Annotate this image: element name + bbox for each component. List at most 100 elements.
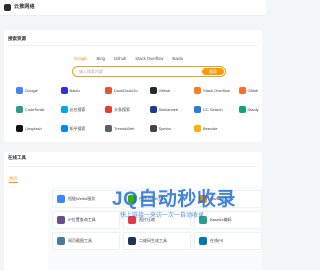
engine-tab-bing[interactable]: Bing xyxy=(97,56,105,62)
search-card: 搜索资源 Google Bing Github Stack Overflow B… xyxy=(4,30,262,142)
engine-tab-baidu[interactable]: Baidu xyxy=(172,56,183,62)
tool-item[interactable]: Favicon生成 xyxy=(194,190,262,208)
tool-label: Favicon生成 xyxy=(210,196,233,201)
tool-item[interactable]: 二维码生成工具 xyxy=(123,232,191,250)
link-item[interactable]: Github xyxy=(149,82,195,98)
link-label: DuckDuckGo xyxy=(114,87,138,93)
tools-card: 在线工具 常用 短链Weibo服务 在线JSON工具 Favicon生成 IP位置查询… xyxy=(4,152,262,270)
link-item[interactable]: TrendsWeb xyxy=(105,120,150,136)
link-label: Symbo xyxy=(158,125,171,131)
link-label: Beecide xyxy=(203,125,218,131)
link-item[interactable]: Symbo xyxy=(149,120,195,136)
link-label: CodeSmile xyxy=(25,106,45,112)
link-item[interactable]: Beecide xyxy=(194,120,239,136)
site-favicon-icon xyxy=(238,105,246,113)
tool-icon xyxy=(57,237,65,245)
top-bar: 云推网络 xyxy=(0,0,266,16)
tool-icon xyxy=(199,237,207,245)
link-label: Gitlab xyxy=(247,87,258,93)
link-item[interactable]: DuckDuckGo xyxy=(105,82,150,98)
site-favicon-icon xyxy=(149,105,157,113)
site-favicon-icon xyxy=(149,86,157,94)
section-divider xyxy=(8,45,258,46)
search-section-title: 搜索资源 xyxy=(8,36,26,41)
tool-label: Base64编码 xyxy=(210,217,232,222)
site-favicon-icon xyxy=(60,86,68,94)
tool-label: 在线JSON工具 xyxy=(139,196,166,201)
link-label: Baidu xyxy=(69,87,80,93)
link-label: 必应搜索 xyxy=(69,106,86,112)
site-favicon-icon xyxy=(105,86,112,94)
link-item[interactable]: 必应搜索 xyxy=(60,101,106,117)
link-label: 头条搜索 xyxy=(114,106,130,112)
link-item[interactable]: CC Search xyxy=(194,101,239,117)
link-item[interactable]: 头条搜索 xyxy=(105,101,150,117)
link-label: TrendsWeb xyxy=(114,125,135,131)
search-input[interactable] xyxy=(79,68,199,75)
tool-icon xyxy=(199,216,207,224)
site-favicon-icon xyxy=(238,86,246,94)
tool-item[interactable]: 在线JSON工具 xyxy=(123,190,191,208)
links-grid: Google Baidu DuckDuckGo Github Stack Overflo… xyxy=(16,82,270,136)
engine-tab-stackoverflow[interactable]: Stack Overflow xyxy=(135,56,163,62)
link-item[interactable]: Google xyxy=(16,82,61,98)
link-item[interactable]: Dianly xyxy=(238,101,284,117)
tool-item[interactable]: IP位置查询工具 xyxy=(52,211,120,229)
search-box: 搜索 xyxy=(72,66,226,77)
link-item[interactable]: Baidu xyxy=(60,82,106,98)
link-label: 知乎搜索 xyxy=(69,125,86,131)
engine-tab-google[interactable]: Google xyxy=(74,56,88,62)
link-label: Stack Overflow xyxy=(203,87,230,93)
tool-item[interactable]: 在线PS xyxy=(194,232,262,250)
link-item[interactable]: Stack Overflow xyxy=(194,82,239,98)
tools-panel: 短链Weibo服务 在线JSON工具 Favicon生成 IP位置查询工具 图片压缩 Ba… xyxy=(48,186,262,270)
site-favicon-icon xyxy=(16,105,23,113)
site-favicon-icon xyxy=(194,105,201,113)
tool-label: 二维码生成工具 xyxy=(139,238,167,243)
site-favicon-icon xyxy=(16,124,23,132)
tool-label: 在线PS xyxy=(210,238,224,243)
link-label: CC Search xyxy=(203,106,223,112)
tool-item[interactable]: 短链Weibo服务 xyxy=(52,190,120,208)
link-label: Google xyxy=(25,87,38,93)
site-favicon-icon xyxy=(105,105,112,113)
link-label: Dianly xyxy=(247,106,259,112)
tool-label: 图片压缩 xyxy=(139,217,155,222)
tool-icon xyxy=(128,216,136,224)
engine-tab-github[interactable]: Github xyxy=(114,56,126,62)
site-title[interactable]: 云推网络 xyxy=(14,3,35,12)
tab-underline xyxy=(9,182,18,183)
link-label: Unsplash xyxy=(25,125,42,131)
tools-grid: 短链Weibo服务 在线JSON工具 Favicon生成 IP位置查询工具 图片压缩 Ba… xyxy=(52,190,262,250)
site-logo-icon[interactable] xyxy=(4,4,11,11)
site-favicon-icon xyxy=(105,124,112,132)
tool-icon xyxy=(128,237,136,245)
tools-section-title: 在线工具 xyxy=(8,155,26,160)
section-divider xyxy=(8,166,258,167)
link-item[interactable]: Unsplash xyxy=(16,120,61,136)
engine-tabs: Google Bing Github Stack Overflow Baidu xyxy=(74,56,183,62)
link-item[interactable]: Similarweb xyxy=(149,101,195,117)
site-favicon-icon xyxy=(60,124,68,132)
link-item[interactable]: CodeSmile xyxy=(16,101,61,117)
tool-icon xyxy=(57,195,65,203)
tool-label: 短链Weibo服务 xyxy=(68,196,96,201)
site-favicon-icon xyxy=(60,105,68,113)
link-label: Github xyxy=(158,87,171,93)
tool-icon xyxy=(57,216,65,224)
tool-label: 网页截图工具 xyxy=(68,238,92,243)
link-item[interactable]: 知乎搜索 xyxy=(60,120,106,136)
link-item[interactable]: Gitlab xyxy=(238,82,284,98)
tool-icon xyxy=(199,195,207,203)
tool-item[interactable]: 网页截图工具 xyxy=(52,232,120,250)
site-favicon-icon xyxy=(194,124,201,132)
site-favicon-icon xyxy=(149,124,157,132)
site-favicon-icon xyxy=(194,86,201,94)
tool-item[interactable]: Base64编码 xyxy=(194,211,262,229)
link-label: Similarweb xyxy=(158,106,179,112)
site-favicon-icon xyxy=(16,86,23,94)
tool-label: IP位置查询工具 xyxy=(68,217,96,222)
search-button[interactable]: 搜索 xyxy=(202,68,224,75)
tool-item[interactable]: 图片压缩 xyxy=(123,211,191,229)
tool-icon xyxy=(128,195,136,203)
